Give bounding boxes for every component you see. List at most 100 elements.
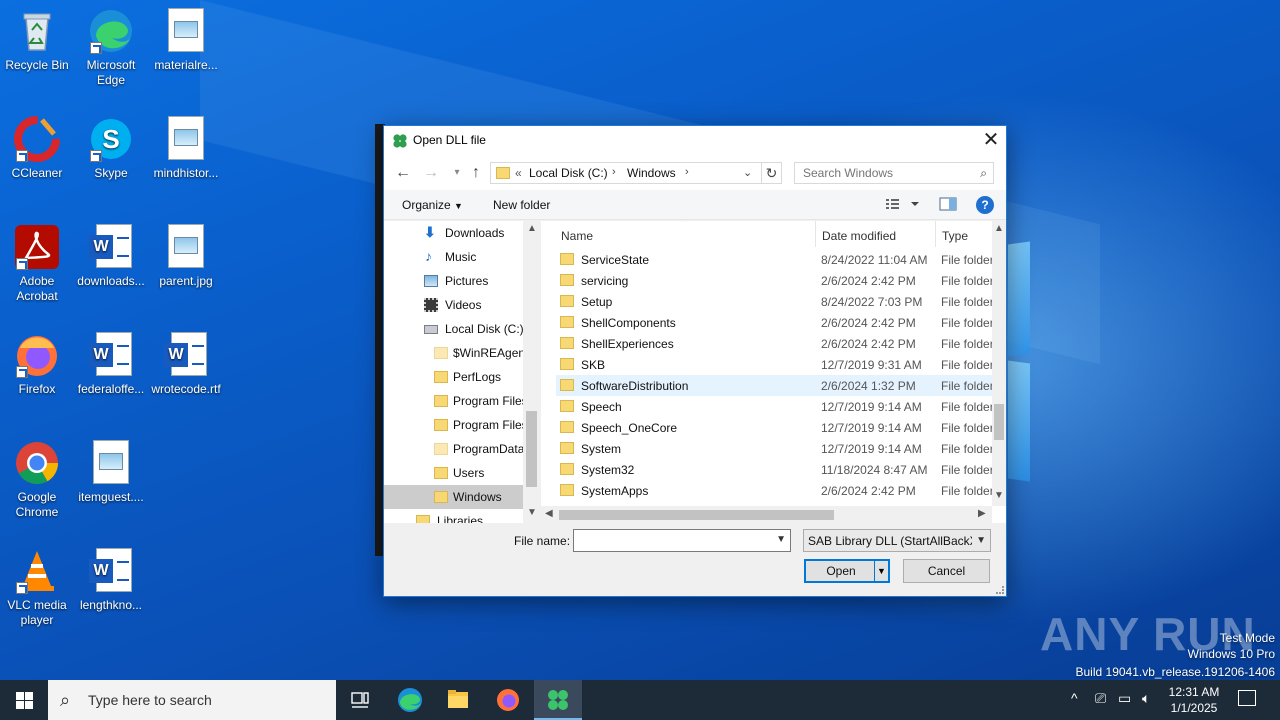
desktop-icon-adobe-acrobat[interactable]: Adobe Acrobat [0,224,76,304]
desktop-icon-ccleaner[interactable]: CCleaner [0,116,76,181]
refresh-icon[interactable]: ↻ [761,163,781,183]
nav-pane-scrollbar[interactable]: ▲ ▼ [523,221,540,523]
recent-locations-chevron-icon[interactable]: ▾ [448,164,466,182]
taskbar-file-explorer-icon[interactable] [434,680,482,720]
open-split-dropdown-icon[interactable]: ▼ [874,561,888,581]
file-row[interactable]: SoftwareDistribution 2/6/2024 1:32 PM File… [556,375,993,396]
scroll-left-arrow-icon[interactable]: ◀ [545,508,553,519]
address-dropdown-chevron-icon[interactable]: ⌄ [743,166,752,179]
desktop-icon-recycle-bin[interactable]: Recycle Bin [0,8,76,73]
column-header-date-modified[interactable]: Date modified [822,229,896,243]
new-folder-button[interactable]: New folder [493,198,550,212]
nav-item-videos[interactable]: Videos [384,293,524,317]
file-name-input[interactable] [574,530,770,551]
breadcrumb-chevron-icon[interactable]: › [612,166,616,178]
desktop-icon-itemguest[interactable]: itemguest.... [72,440,150,505]
search-input[interactable] [795,163,971,183]
file-row[interactable]: ServiceState 8/24/2022 11:04 AM File folde… [556,249,993,270]
desktop-icon-mindhistor[interactable]: mindhistor... [147,116,225,181]
breadcrumb-chevron-icon[interactable]: › [685,166,689,178]
show-hidden-icons-chevron-icon[interactable]: ^ [1071,690,1078,706]
address-bar[interactable]: « Local Disk (C:) › Windows › ⌄ ↻ [490,162,782,184]
breadcrumb-local-disk[interactable]: Local Disk (C:) [529,166,608,180]
desktop-icon-firefox[interactable]: Firefox [0,332,76,397]
nav-item-pictures[interactable]: Pictures [384,269,524,293]
file-row[interactable]: Speech 12/7/2019 9:14 AM File folder [556,396,993,417]
scroll-right-arrow-icon[interactable]: ▶ [978,508,986,519]
file-list-vertical-scrollbar[interactable]: ▲ ▼ [992,221,1006,506]
file-row[interactable]: Speech_OneCore 12/7/2019 9:14 AM File fold… [556,417,993,438]
desktop-icon-downloads-doc[interactable]: W downloads... [72,224,150,289]
task-view-button[interactable] [336,680,384,720]
back-arrow-icon[interactable]: ← [394,164,412,182]
meet-now-icon[interactable]: ⎚ [1095,690,1106,707]
file-list-horizontal-scrollbar[interactable]: ◀ ▶ [541,506,992,523]
chevron-down-icon[interactable]: ▼ [976,535,986,546]
nav-item-music[interactable]: ♪ Music [384,245,524,269]
dialog-titlebar[interactable]: Open DLL file ✕ [384,126,1006,156]
scroll-up-arrow-icon[interactable]: ▲ [527,223,537,234]
close-button[interactable]: ✕ [976,126,1006,156]
taskbar-edge-icon[interactable] [386,680,434,720]
desktop-icon-materialre[interactable]: materialre... [147,8,225,73]
column-divider[interactable] [935,221,936,247]
nav-item-downloads[interactable]: ⬇ Downloads [384,221,524,245]
taskbar-firefox-icon[interactable] [484,680,532,720]
help-icon[interactable]: ? [976,196,994,214]
open-button[interactable]: Open ▼ [804,559,890,583]
nav-item-winreagent[interactable]: $WinREAgent [384,341,528,365]
view-options-icon[interactable] [885,196,921,215]
nav-item-program-files-x86[interactable]: Program Files (x86) [384,413,540,437]
search-box[interactable]: ⌕ [794,162,994,184]
scroll-down-arrow-icon[interactable]: ▼ [994,490,1004,501]
file-type-filter[interactable]: SAB Library DLL (StartAllBackX64.dll) ▼ [803,529,991,552]
cancel-button[interactable]: Cancel [903,559,990,583]
file-name-combobox[interactable]: ▼ [573,529,791,552]
file-row[interactable]: SystemApps 2/6/2024 2:42 PM File folder [556,480,993,501]
resize-grip[interactable] [996,586,1004,594]
file-row[interactable]: Setup 8/24/2022 7:03 PM File folder [556,291,993,312]
file-row[interactable]: System 12/7/2019 9:14 AM File folder [556,438,993,459]
taskbar-startallback-icon[interactable] [534,680,582,720]
nav-item-programdata[interactable]: ProgramData [384,437,524,461]
network-icon[interactable]: ▭ [1118,690,1131,707]
file-row[interactable]: ShellExperiences 2/6/2024 2:42 PM File fol… [556,333,993,354]
notifications-icon[interactable] [1238,690,1256,706]
chevron-down-icon[interactable]: ▼ [776,534,786,545]
taskbar-clock[interactable]: 12:31 AM 1/1/2025 [1164,684,1224,716]
breadcrumb-windows[interactable]: Windows [627,166,676,180]
desktop-icon-wrotecode-rtf[interactable]: W wrotecode.rtf [147,332,225,397]
desktop-icon-microsoft-edge[interactable]: Microsoft Edge [72,8,150,88]
up-arrow-icon[interactable]: ↑ [467,164,485,182]
column-divider[interactable] [815,221,816,247]
scroll-down-arrow-icon[interactable]: ▼ [527,507,537,518]
desktop-icon-vlc[interactable]: VLC media player [0,548,76,628]
file-row[interactable]: ShellComponents 2/6/2024 2:42 PM File fold… [556,312,993,333]
nav-item-perflogs[interactable]: PerfLogs [384,365,524,389]
desktop-icon-lengthkno-doc[interactable]: W lengthkno... [72,548,150,613]
scrollbar-thumb[interactable] [559,510,834,520]
preview-pane-icon[interactable] [939,196,957,215]
taskbar-search-box[interactable]: ⌕ Type here to search [48,680,336,720]
desktop-icon-parent-jpg[interactable]: parent.jpg [147,224,225,289]
scrollbar-thumb[interactable] [994,404,1004,440]
nav-item-local-disk[interactable]: Local Disk (C:) [384,317,524,341]
desktop-icon-skype[interactable]: S Skype [72,116,150,181]
column-header-name[interactable]: Name [561,229,593,243]
file-row[interactable]: SKB 12/7/2019 9:31 AM File folder [556,354,993,375]
forward-arrow-icon[interactable]: → [422,164,440,182]
scrollbar-thumb[interactable] [526,411,537,487]
file-row[interactable]: servicing 2/6/2024 2:42 PM File folder [556,270,993,291]
scroll-up-arrow-icon[interactable]: ▲ [994,223,1004,234]
column-header-type[interactable]: Type [942,229,968,243]
organize-button[interactable]: Organize ▼ [402,198,463,212]
nav-item-libraries[interactable]: Libraries [384,509,524,523]
nav-item-program-files[interactable]: Program Files [384,389,528,413]
file-row[interactable]: System32 11/18/2024 8:47 AM File folder [556,459,993,480]
volume-icon[interactable]: 🔈︎ [1142,690,1150,707]
nav-item-windows[interactable]: Windows [384,485,524,509]
desktop-icon-google-chrome[interactable]: Google Chrome [0,440,76,520]
breadcrumb-overflow[interactable]: « [515,166,522,180]
nav-item-users[interactable]: Users [384,461,524,485]
start-button[interactable] [0,680,48,720]
